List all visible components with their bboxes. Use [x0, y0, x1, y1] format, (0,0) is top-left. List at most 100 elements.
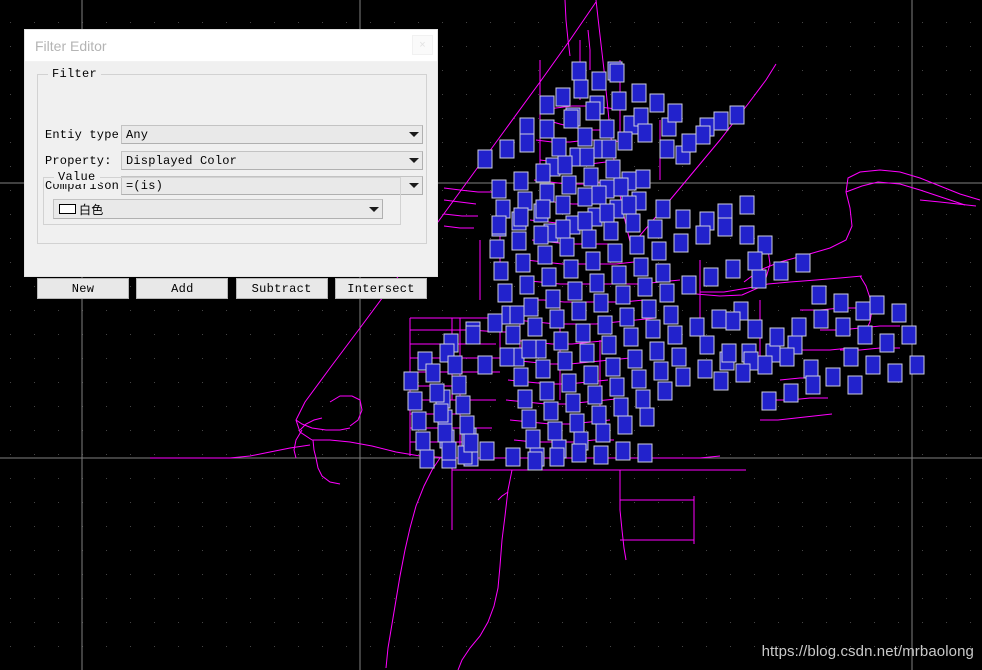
selected-entity-rect[interactable]	[637, 443, 653, 463]
selected-entity-rect[interactable]	[757, 355, 773, 375]
selected-entity-rect[interactable]	[805, 375, 821, 395]
selected-entity-rect[interactable]	[601, 139, 617, 159]
drawing-polyline[interactable]	[150, 444, 311, 459]
selected-entity-rect[interactable]	[479, 441, 495, 461]
selected-entity-rect[interactable]	[595, 423, 611, 443]
selected-entity-rect[interactable]	[617, 415, 633, 435]
chevron-down-icon[interactable]	[365, 201, 382, 218]
selected-entity-rect[interactable]	[569, 413, 585, 433]
selected-entity-rect[interactable]	[419, 449, 435, 469]
selected-entity-rect[interactable]	[555, 87, 571, 107]
selected-entity-rect[interactable]	[613, 397, 629, 417]
selected-entity-rect[interactable]	[673, 233, 689, 253]
selected-entity-rect[interactable]	[773, 261, 789, 281]
selected-entity-rect[interactable]	[843, 347, 859, 367]
selected-entity-rect[interactable]	[891, 303, 907, 323]
drawing-polyline[interactable]	[443, 213, 478, 217]
selected-entity-rect[interactable]	[887, 363, 903, 383]
selected-entity-rect[interactable]	[869, 295, 885, 315]
selected-entity-rect[interactable]	[491, 179, 507, 199]
selected-entity-rect[interactable]	[535, 199, 551, 219]
selected-entity-rect[interactable]	[615, 285, 631, 305]
selected-entity-rect[interactable]	[729, 105, 745, 125]
selected-entity-rect[interactable]	[865, 355, 881, 375]
chevron-down-icon[interactable]	[405, 152, 422, 169]
selected-entity-rect[interactable]	[611, 91, 627, 111]
selected-entity-rect[interactable]	[549, 309, 565, 329]
selected-entity-rect[interactable]	[599, 119, 615, 139]
selected-entity-rect[interactable]	[901, 325, 917, 345]
selected-entity-rect[interactable]	[667, 325, 683, 345]
selected-entity-rect[interactable]	[651, 241, 667, 261]
selected-entity-rect[interactable]	[695, 125, 711, 145]
drawing-polyline[interactable]	[800, 307, 860, 311]
selected-entity-rect[interactable]	[527, 451, 543, 471]
selected-entity-rect[interactable]	[713, 371, 729, 391]
drawing-polyline[interactable]	[845, 181, 966, 206]
selected-entity-rect[interactable]	[697, 359, 713, 379]
selected-entity-rect[interactable]	[577, 187, 593, 207]
selected-entity-rect[interactable]	[539, 95, 555, 115]
drawing-polyline[interactable]	[443, 187, 494, 193]
selected-entity-rect[interactable]	[611, 265, 627, 285]
selected-entity-rect[interactable]	[675, 367, 691, 387]
selected-entity-rect[interactable]	[803, 359, 819, 379]
selected-entity-rect[interactable]	[537, 245, 553, 265]
selected-entity-rect[interactable]	[447, 355, 463, 375]
entity-type-select[interactable]: Any	[121, 125, 423, 144]
selected-entity-rect[interactable]	[627, 349, 643, 369]
selected-entity-rect[interactable]	[663, 305, 679, 325]
selected-entity-rect[interactable]	[561, 175, 577, 195]
selected-entity-rect[interactable]	[441, 441, 457, 461]
selected-entity-rect[interactable]	[695, 225, 711, 245]
selected-entity-rect[interactable]	[645, 319, 661, 339]
selected-entity-rect[interactable]	[717, 217, 733, 237]
selected-entity-rect[interactable]	[551, 137, 567, 157]
selected-entity-rect[interactable]	[721, 343, 737, 363]
selected-entity-rect[interactable]	[557, 351, 573, 371]
selected-entity-rect[interactable]	[477, 149, 493, 169]
selected-entity-rect[interactable]	[629, 235, 645, 255]
selected-entity-rect[interactable]	[625, 213, 641, 233]
drawing-polyline[interactable]	[457, 469, 513, 670]
selected-entity-rect[interactable]	[547, 421, 563, 441]
selected-entity-rect[interactable]	[489, 239, 505, 259]
selected-entity-rect[interactable]	[825, 367, 841, 387]
selected-entity-rect[interactable]	[585, 251, 601, 271]
selected-entity-rect[interactable]	[833, 293, 849, 313]
selected-entity-rect[interactable]	[577, 127, 593, 147]
selected-entity-rect[interactable]	[555, 195, 571, 215]
selected-entity-rect[interactable]	[593, 293, 609, 313]
selected-entity-rect[interactable]	[523, 297, 539, 317]
selected-entity-rect[interactable]	[477, 355, 493, 375]
selected-entity-rect[interactable]	[597, 315, 613, 335]
selected-entity-rect[interactable]	[609, 63, 625, 83]
selected-entity-rect[interactable]	[605, 357, 621, 377]
selected-entity-rect[interactable]	[725, 311, 741, 331]
selected-entity-rect[interactable]	[725, 259, 741, 279]
selected-entity-rect[interactable]	[647, 219, 663, 239]
selected-entity-rect[interactable]	[573, 79, 589, 99]
selected-entity-rect[interactable]	[779, 347, 795, 367]
selected-entity-rect[interactable]	[909, 355, 925, 375]
selected-entity-rect[interactable]	[739, 195, 755, 215]
selected-entity-rect[interactable]	[493, 261, 509, 281]
selected-entity-rect[interactable]	[653, 361, 669, 381]
selected-entity-rect[interactable]	[593, 445, 609, 465]
selected-entity-rect[interactable]	[631, 83, 647, 103]
filter-editor-dialog[interactable]: Filter Editor × Filter Entiy type: Any P…	[24, 29, 438, 299]
selected-entity-rect[interactable]	[557, 155, 573, 175]
selected-entity-rect[interactable]	[459, 415, 475, 435]
selected-entity-rect[interactable]	[583, 167, 599, 187]
selected-entity-rect[interactable]	[519, 275, 535, 295]
drawing-polyline[interactable]	[295, 419, 351, 431]
selected-entity-rect[interactable]	[603, 221, 619, 241]
selected-entity-rect[interactable]	[811, 285, 827, 305]
selected-entity-rect[interactable]	[795, 253, 811, 273]
selected-entity-rect[interactable]	[671, 347, 687, 367]
subtract-button[interactable]: Subtract	[235, 278, 328, 299]
selected-entity-rect[interactable]	[591, 405, 607, 425]
selected-entity-rect[interactable]	[879, 333, 895, 353]
selected-entity-rect[interactable]	[735, 363, 751, 383]
selected-entity-rect[interactable]	[407, 391, 423, 411]
